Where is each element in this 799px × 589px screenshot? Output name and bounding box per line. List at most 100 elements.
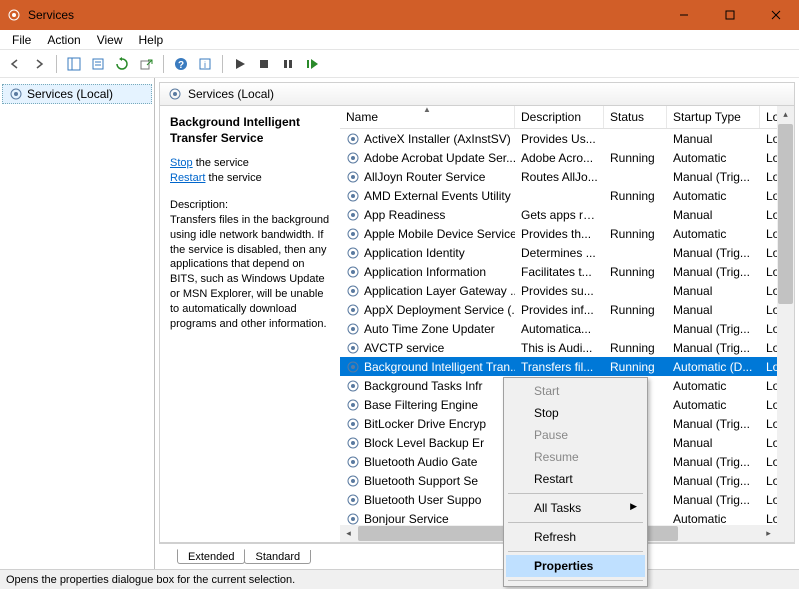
svg-text:?: ?: [178, 60, 184, 71]
service-description: Automatica...: [515, 322, 604, 336]
table-row[interactable]: AllJoyn Router ServiceRoutes AllJo...Man…: [340, 167, 794, 186]
col-status[interactable]: Status: [604, 106, 667, 128]
service-name: Background Intelligent Tran...: [364, 360, 515, 374]
service-startup: Manual (Trig...: [667, 493, 760, 507]
service-status: Running: [604, 151, 667, 165]
service-name: AppX Deployment Service (...: [364, 303, 515, 317]
stop-link[interactable]: Stop: [170, 157, 193, 169]
back-button[interactable]: [4, 53, 26, 75]
title-bar: Services: [0, 0, 799, 30]
service-startup: Manual (Trig...: [667, 474, 760, 488]
service-status: Running: [604, 341, 667, 355]
ctx-refresh[interactable]: Refresh: [506, 526, 645, 548]
service-status: Running: [604, 227, 667, 241]
service-startup: Manual: [667, 303, 760, 317]
restart-link[interactable]: Restart: [170, 172, 205, 184]
vertical-scrollbar[interactable]: ▴ ▾: [777, 106, 794, 542]
gear-icon: [346, 303, 360, 317]
service-name: Bluetooth Audio Gate: [364, 455, 477, 469]
col-name[interactable]: ▲Name: [340, 106, 515, 128]
service-startup: Manual (Trig...: [667, 170, 760, 184]
ctx-properties[interactable]: Properties: [506, 555, 645, 577]
properties-toolbar-button[interactable]: [87, 53, 109, 75]
col-startup-type[interactable]: Startup Type: [667, 106, 760, 128]
gear-icon: [346, 227, 360, 241]
navigation-tree[interactable]: Services (Local): [0, 78, 155, 569]
service-startup: Manual: [667, 284, 760, 298]
col-description[interactable]: Description: [515, 106, 604, 128]
help2-button[interactable]: i: [194, 53, 216, 75]
ctx-all-tasks[interactable]: All Tasks▶: [506, 497, 645, 519]
scroll-left-button[interactable]: ◂: [340, 525, 357, 542]
list-header: ▲Name Description Status Startup Type Lo…: [340, 106, 794, 129]
stop-service-button[interactable]: [253, 53, 275, 75]
menu-bar: File Action View Help: [0, 30, 799, 50]
selected-service-name: Background Intelligent Transfer Service: [170, 114, 330, 146]
menu-file[interactable]: File: [4, 31, 39, 49]
window-title: Services: [28, 8, 74, 22]
info-panel: Background Intelligent Transfer Service …: [160, 106, 340, 542]
gear-icon: [346, 436, 360, 450]
service-startup: Automatic: [667, 189, 760, 203]
restart-service-button[interactable]: [301, 53, 323, 75]
table-row[interactable]: AMD External Events UtilityRunningAutoma…: [340, 186, 794, 205]
forward-button[interactable]: [28, 53, 50, 75]
table-row[interactable]: Application InformationFacilitates t...R…: [340, 262, 794, 281]
ctx-resume[interactable]: Resume: [506, 446, 645, 468]
service-status: Running: [604, 189, 667, 203]
refresh-button[interactable]: [111, 53, 133, 75]
scroll-right-button[interactable]: ▸: [760, 525, 777, 542]
ctx-restart[interactable]: Restart: [506, 468, 645, 490]
service-status: Running: [604, 360, 667, 374]
start-service-button[interactable]: [229, 53, 251, 75]
service-description: Provides Us...: [515, 132, 604, 146]
description-text: Transfers files in the background using …: [170, 213, 330, 332]
menu-view[interactable]: View: [89, 31, 131, 49]
service-startup: Manual (Trig...: [667, 322, 760, 336]
scroll-up-button[interactable]: ▴: [777, 106, 794, 123]
service-startup: Automatic: [667, 512, 760, 526]
table-row[interactable]: Background Intelligent Tran...Transfers …: [340, 357, 794, 376]
table-row[interactable]: AppX Deployment Service (...Provides inf…: [340, 300, 794, 319]
table-row[interactable]: Apple Mobile Device ServiceProvides th..…: [340, 224, 794, 243]
service-description: Adobe Acro...: [515, 151, 604, 165]
menu-help[interactable]: Help: [131, 31, 172, 49]
tab-standard[interactable]: Standard: [244, 550, 311, 564]
ctx-start[interactable]: Start: [506, 380, 645, 402]
table-row[interactable]: Application Layer Gateway ...Provides su…: [340, 281, 794, 300]
table-row[interactable]: ActiveX Installer (AxInstSV)Provides Us.…: [340, 129, 794, 148]
service-startup: Manual: [667, 208, 760, 222]
pause-service-button[interactable]: [277, 53, 299, 75]
ctx-pause[interactable]: Pause: [506, 424, 645, 446]
show-hide-tree-button[interactable]: [63, 53, 85, 75]
service-startup: Manual (Trig...: [667, 246, 760, 260]
nav-services-local[interactable]: Services (Local): [2, 84, 152, 104]
table-row[interactable]: App ReadinessGets apps re...ManualLoc: [340, 205, 794, 224]
tab-extended[interactable]: Extended: [177, 549, 245, 564]
table-row[interactable]: Application IdentityDetermines ...Manual…: [340, 243, 794, 262]
service-name: Apple Mobile Device Service: [364, 227, 515, 241]
svg-text:i: i: [204, 60, 206, 70]
view-tabs: Extended Standard: [159, 543, 795, 565]
context-menu[interactable]: Start Stop Pause Resume Restart All Task…: [503, 377, 648, 587]
service-description: Provides th...: [515, 227, 604, 241]
minimize-button[interactable]: [661, 0, 707, 30]
close-button[interactable]: [753, 0, 799, 30]
nav-item-label: Services (Local): [27, 87, 113, 101]
table-row[interactable]: Auto Time Zone UpdaterAutomatica...Manua…: [340, 319, 794, 338]
menu-action[interactable]: Action: [39, 31, 88, 49]
table-row[interactable]: AVCTP serviceThis is Audi...RunningManua…: [340, 338, 794, 357]
help-button[interactable]: ?: [170, 53, 192, 75]
gear-icon: [346, 170, 360, 184]
service-startup: Manual (Trig...: [667, 455, 760, 469]
maximize-button[interactable]: [707, 0, 753, 30]
export-button[interactable]: [135, 53, 157, 75]
table-row[interactable]: Adobe Acrobat Update Ser...Adobe Acro...…: [340, 148, 794, 167]
service-name: AVCTP service: [364, 341, 444, 355]
service-name: Base Filtering Engine: [364, 398, 478, 412]
scroll-thumb[interactable]: [778, 124, 793, 304]
service-name: BitLocker Drive Encryp: [364, 417, 486, 431]
ctx-stop[interactable]: Stop: [506, 402, 645, 424]
service-description: Transfers fil...: [515, 360, 604, 374]
service-startup: Automatic: [667, 151, 760, 165]
